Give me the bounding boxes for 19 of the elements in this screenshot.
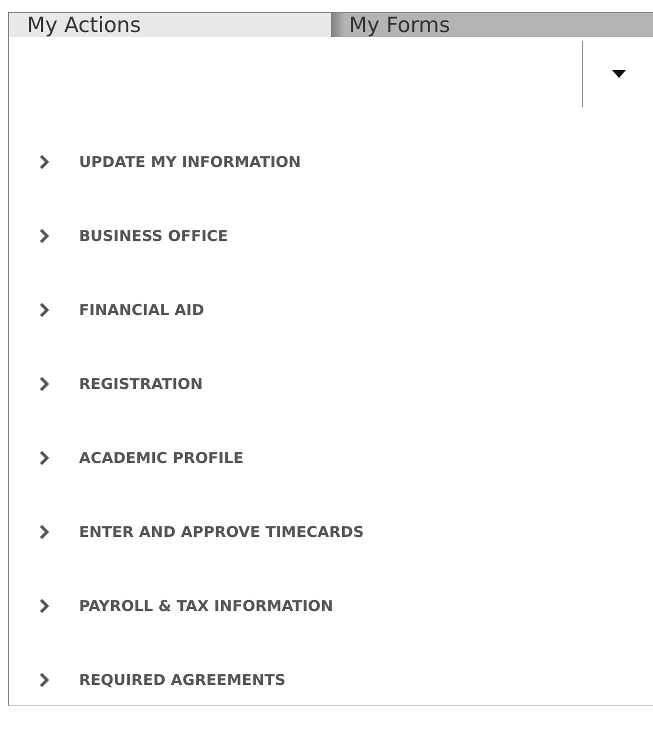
menu-item[interactable]: ENTER AND APPROVE TIMECARDS	[79, 523, 364, 541]
chevron-icon[interactable]	[39, 229, 49, 243]
chevron-icon[interactable]	[39, 599, 49, 613]
menu-item[interactable]: PAYROLL & TAX INFORMATION	[79, 597, 334, 615]
menu-item[interactable]: ACADEMIC PROFILE	[79, 449, 244, 467]
chevron-icon[interactable]	[39, 673, 49, 687]
chevron-icon[interactable]	[39, 303, 49, 317]
tab[interactable]: My Actions	[9, 13, 331, 37]
caret-icon	[612, 70, 626, 78]
menu-item[interactable]: UPDATE MY INFORMATION	[79, 153, 301, 171]
chevron-icon[interactable]	[39, 377, 49, 391]
menu-item[interactable]: FINANCIAL AID	[79, 301, 204, 319]
tab[interactable]: My Forms	[331, 13, 653, 37]
chevron-icon[interactable]	[39, 451, 49, 465]
chevron-icon[interactable]	[39, 525, 49, 539]
chevron-icon[interactable]	[39, 155, 49, 169]
menu-item[interactable]: BUSINESS OFFICE	[79, 227, 228, 245]
menu-item[interactable]: REGISTRATION	[79, 375, 203, 393]
menu-item[interactable]: REQUIRED AGREEMENTS	[79, 671, 286, 689]
